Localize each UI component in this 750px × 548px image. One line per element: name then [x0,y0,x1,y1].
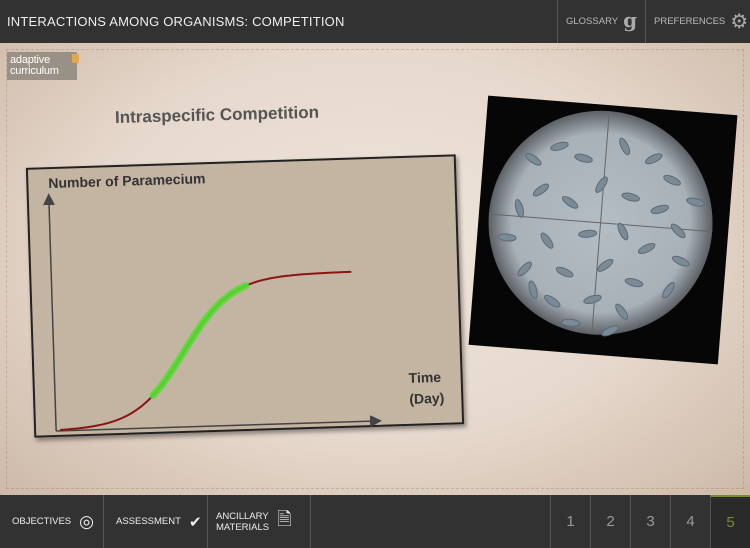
ancillary-label: ANCILLARY MATERIALS [216,511,269,533]
growth-curve [60,270,352,431]
objectives-button[interactable]: OBJECTIVES ◎ [0,495,104,548]
glossary-g-icon: g [623,7,638,32]
x-axis-label: Time (Day) [408,367,444,410]
document-icon: 🗎 [277,508,292,529]
glossary-label: GLOSSARY [566,16,619,27]
logo-line2: curriculum [10,65,59,77]
y-axis [43,193,57,432]
page-3-button[interactable]: 3 [630,495,670,548]
growth-graph [43,193,382,432]
glossary-button[interactable]: GLOSSARY g [557,0,645,43]
growth-graph-card: Number of Paramecium Time (Day) [25,154,465,438]
page-5-button[interactable]: 5 [710,495,750,548]
growth-highlight [149,282,250,399]
assessment-label: ASSESSMENT [116,516,181,527]
page-navigation: 12345 [550,495,750,548]
ancillary-line2: MATERIALS [216,521,270,533]
checkmark-icon: ✔ [188,513,202,531]
bottom-bar: OBJECTIVES ◎ ASSESSMENT ✔ ANCILLARY MATERIA… [0,495,750,548]
x-label-day: (Day) [409,389,445,407]
gear-icon: ⚙ [730,11,749,33]
assessment-button[interactable]: ASSESSMENT ✔ [104,495,208,548]
target-icon: ◎ [79,511,94,531]
adaptive-curriculum-logo: adaptive curriculum [7,52,79,80]
ancillary-line1: ANCILLARY [216,510,269,522]
page-1-button[interactable]: 1 [550,495,590,548]
microscope-image [468,95,738,365]
top-bar: INTERACTIONS AMONG ORGANISMS: COMPETITIO… [0,0,750,43]
page-4-button[interactable]: 4 [670,495,710,548]
content-area: adaptive curriculum Intraspecific Compet… [0,43,750,495]
x-axis [56,415,382,432]
page-2-button[interactable]: 2 [590,495,630,548]
page-title: INTERACTIONS AMONG ORGANISMS: COMPETITIO… [7,14,345,29]
preferences-button[interactable]: PREFERENCES ⚙ [645,0,750,43]
objectives-label: OBJECTIVES [12,516,72,527]
microscope-view [488,110,713,337]
x-label-time: Time [408,368,442,386]
preferences-label: PREFERENCES [654,16,726,27]
ancillary-materials-button[interactable]: ANCILLARY MATERIALS 🗎 [208,495,311,548]
